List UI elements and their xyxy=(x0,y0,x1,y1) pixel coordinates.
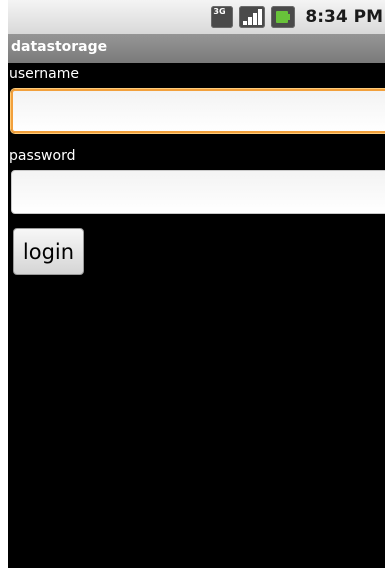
status-bar: 3G 8:34 PM xyxy=(8,0,385,34)
password-label: password xyxy=(9,148,76,164)
3g-data-icon: 3G xyxy=(211,6,234,28)
device-screen: 3G 8:34 PM datastorage username password… xyxy=(8,0,385,568)
status-clock: 8:34 PM xyxy=(305,7,383,27)
username-input[interactable] xyxy=(11,89,385,133)
battery-charging-icon xyxy=(271,6,296,28)
title-bar: datastorage xyxy=(8,34,385,63)
network-type-label: 3G xyxy=(213,7,226,16)
status-icons: 3G 8:34 PM xyxy=(211,0,385,34)
app-title: datastorage xyxy=(11,39,108,55)
login-button[interactable]: login xyxy=(13,228,84,275)
password-input[interactable] xyxy=(11,170,385,214)
signal-strength-icon xyxy=(239,6,266,28)
username-label: username xyxy=(9,66,79,82)
